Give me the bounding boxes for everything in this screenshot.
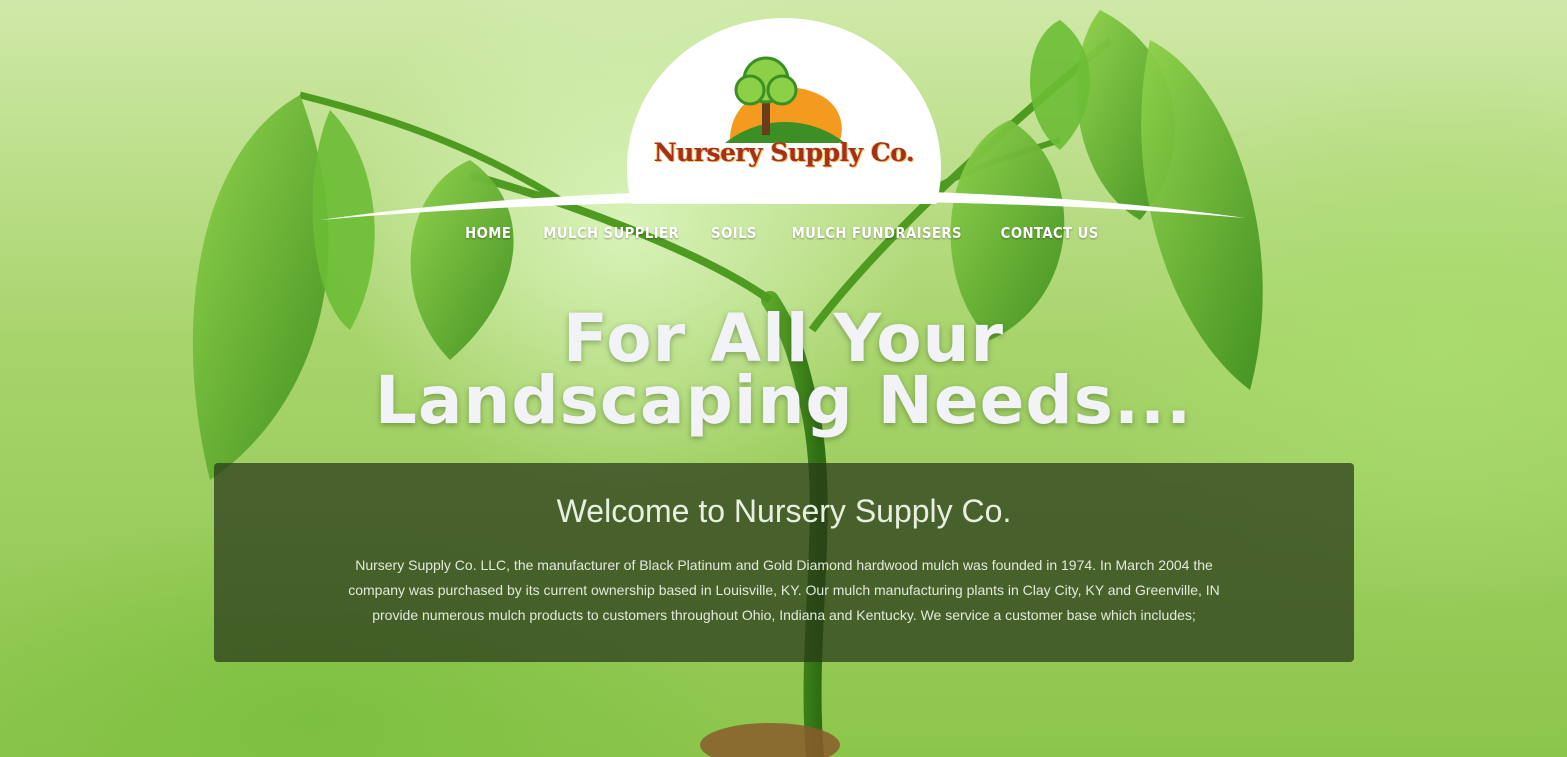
main-nav: HOME MULCH SUPPLIER SOILS MULCH FUNDRAIS…	[0, 224, 1567, 242]
nav-item-mulch-supplier[interactable]: MULCH SUPPLIER	[543, 224, 679, 242]
welcome-title: Welcome to Nursery Supply Co.	[556, 493, 1012, 529]
nav-item-soils[interactable]: SOILS	[712, 224, 758, 242]
nav-item-home[interactable]: HOME	[465, 224, 511, 242]
hero-headline-line1: For All Your	[562, 300, 1005, 377]
tree-sun-logo-icon	[725, 56, 845, 143]
hero-headline: For All Your Landscaping Needs...	[0, 300, 1567, 439]
logo-text: Nursery Supply Co.	[653, 138, 915, 167]
nav-item-contact-us[interactable]: CONTACT US	[1001, 224, 1099, 242]
welcome-body: Nursery Supply Co. LLC, the manufacturer…	[348, 557, 1220, 623]
nav-item-mulch-fundraisers[interactable]: MULCH FUNDRAISERS	[792, 224, 962, 242]
welcome-panel: Welcome to Nursery Supply Co. Nursery Su…	[214, 463, 1354, 662]
hero-headline-line2: Landscaping Needs...	[374, 362, 1193, 439]
hero-background: Nursery Supply Co. HOME MULCH SUPPLIER S…	[0, 0, 1567, 757]
